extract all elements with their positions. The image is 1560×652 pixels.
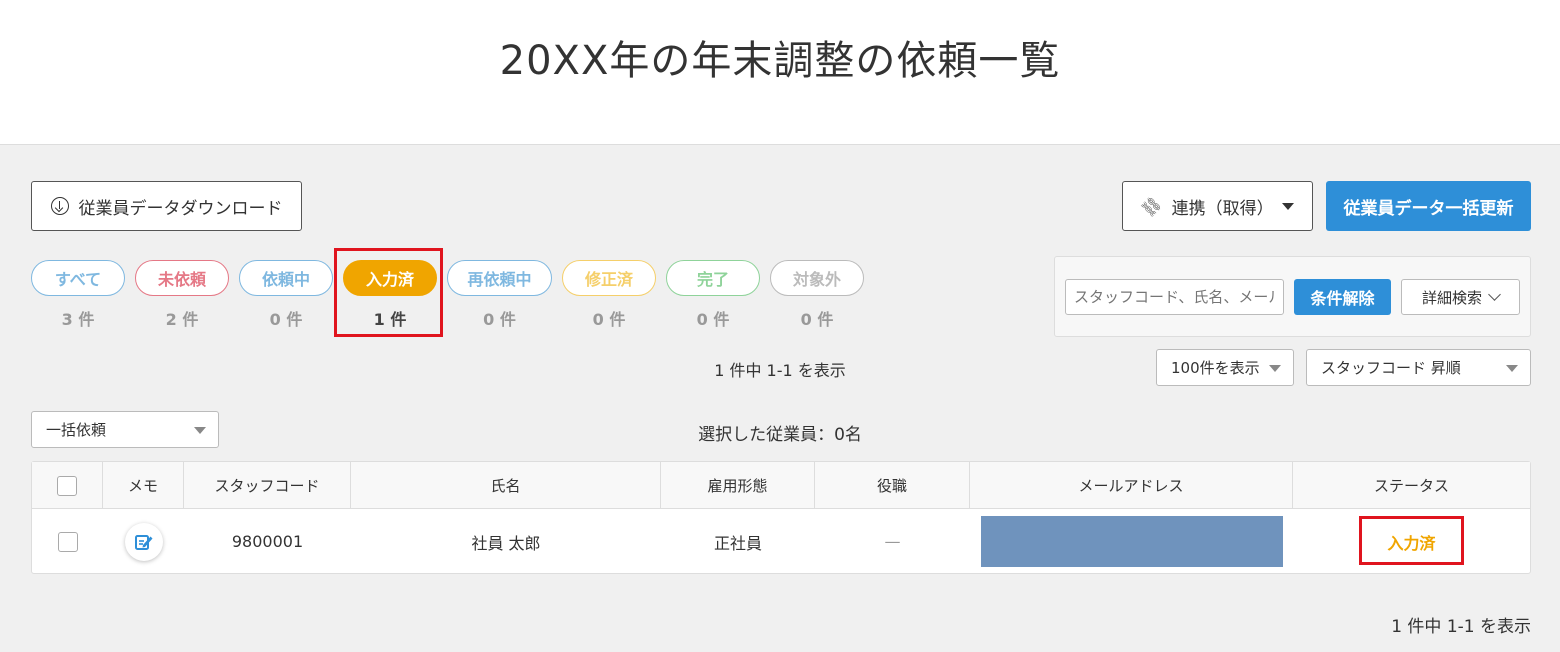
- filter-count-5: 0 件: [592, 310, 626, 329]
- filter-pill-6[interactable]: 完了: [666, 260, 760, 296]
- filter-count-1: 2 件: [165, 310, 199, 329]
- name-cell[interactable]: 社員 太郎: [351, 509, 661, 574]
- selected-employee-count: 選択した従業員：0名: [698, 425, 862, 445]
- page-title: 20XX年の年末調整の依頼一覧: [499, 38, 1061, 84]
- filter-pill-1[interactable]: 未依頼: [135, 260, 229, 296]
- caret-down-icon: [1506, 364, 1518, 372]
- caret-down-icon: [1281, 202, 1294, 210]
- filter-count-7: 0 件: [800, 310, 834, 329]
- filter-count-6: 0 件: [696, 310, 730, 329]
- caret-down-icon: [1269, 364, 1281, 372]
- row-select-cell: [32, 509, 103, 574]
- email-cell: [970, 509, 1293, 574]
- per-page-select[interactable]: 100件を表示: [1156, 349, 1294, 386]
- filter-pill-7[interactable]: 対象外: [770, 260, 864, 296]
- download-icon: [50, 197, 69, 215]
- header-status[interactable]: ステータス: [1293, 462, 1530, 509]
- result-summary-bottom: 1 件中 1-1 を表示: [1391, 617, 1531, 637]
- filter-pill-4[interactable]: 再依頼中: [447, 260, 552, 296]
- memo-cell: [103, 509, 184, 574]
- page-header: 20XX年の年末調整の依頼一覧: [0, 0, 1560, 145]
- highlight-box-status: [1359, 516, 1464, 565]
- header-select-all: [32, 462, 103, 509]
- chevron-down-icon: [1488, 288, 1501, 301]
- link-icon: ⛓: [1137, 192, 1166, 220]
- filter-pill-5[interactable]: 修正済: [562, 260, 656, 296]
- detail-search-button[interactable]: 詳細検索: [1401, 279, 1520, 315]
- link-fetch-dropdown-button[interactable]: ⛓ 連携（取得）: [1122, 181, 1313, 231]
- employee-table: メモ スタッフコード 氏名 雇用形態 役職 メールアドレス ステータス 9800…: [31, 461, 1531, 574]
- header-memo: メモ: [103, 462, 184, 509]
- header-employment-type[interactable]: 雇用形態: [661, 462, 815, 509]
- filter-count-2: 0 件: [269, 310, 303, 329]
- staff-code-cell: 9800001: [231, 532, 304, 551]
- clear-conditions-button[interactable]: 条件解除: [1294, 279, 1391, 315]
- email-redaction-block: [980, 516, 1283, 567]
- highlight-box-filter: [334, 248, 443, 337]
- filter-count-4: 0 件: [483, 310, 516, 329]
- row-checkbox[interactable]: [57, 531, 78, 552]
- header-email[interactable]: メールアドレス: [970, 462, 1293, 509]
- download-button-label: 従業員データダウンロード: [78, 198, 283, 219]
- detail-search-label: 詳細検索: [1421, 288, 1482, 307]
- filter-pill-2[interactable]: 依頼中: [239, 260, 333, 296]
- table-header: メモ スタッフコード 氏名 雇用形態 役職 メールアドレス ステータス: [32, 462, 1530, 509]
- filter-pill-0[interactable]: すべて: [31, 260, 125, 296]
- header-name[interactable]: 氏名: [351, 462, 661, 509]
- sort-value: スタッフコード 昇順: [1321, 359, 1461, 377]
- link-button-label: 連携（取得）: [1171, 198, 1274, 219]
- header-position[interactable]: 役職: [815, 462, 970, 509]
- sort-select[interactable]: スタッフコード 昇順: [1306, 349, 1531, 386]
- select-all-checkbox[interactable]: [57, 475, 77, 496]
- search-input[interactable]: [1065, 279, 1284, 315]
- filter-count-0: 3 件: [61, 310, 95, 329]
- per-page-value: 100件を表示: [1171, 359, 1260, 377]
- position-cell: —: [884, 532, 901, 551]
- employee-data-download-button[interactable]: 従業員データダウンロード: [31, 181, 302, 231]
- header-staff-code[interactable]: スタッフコード: [184, 462, 351, 509]
- bulk-update-button[interactable]: 従業員データ一括更新: [1326, 181, 1531, 231]
- memo-edit-icon[interactable]: [124, 522, 163, 561]
- employment-type-cell: 正社員: [713, 533, 762, 553]
